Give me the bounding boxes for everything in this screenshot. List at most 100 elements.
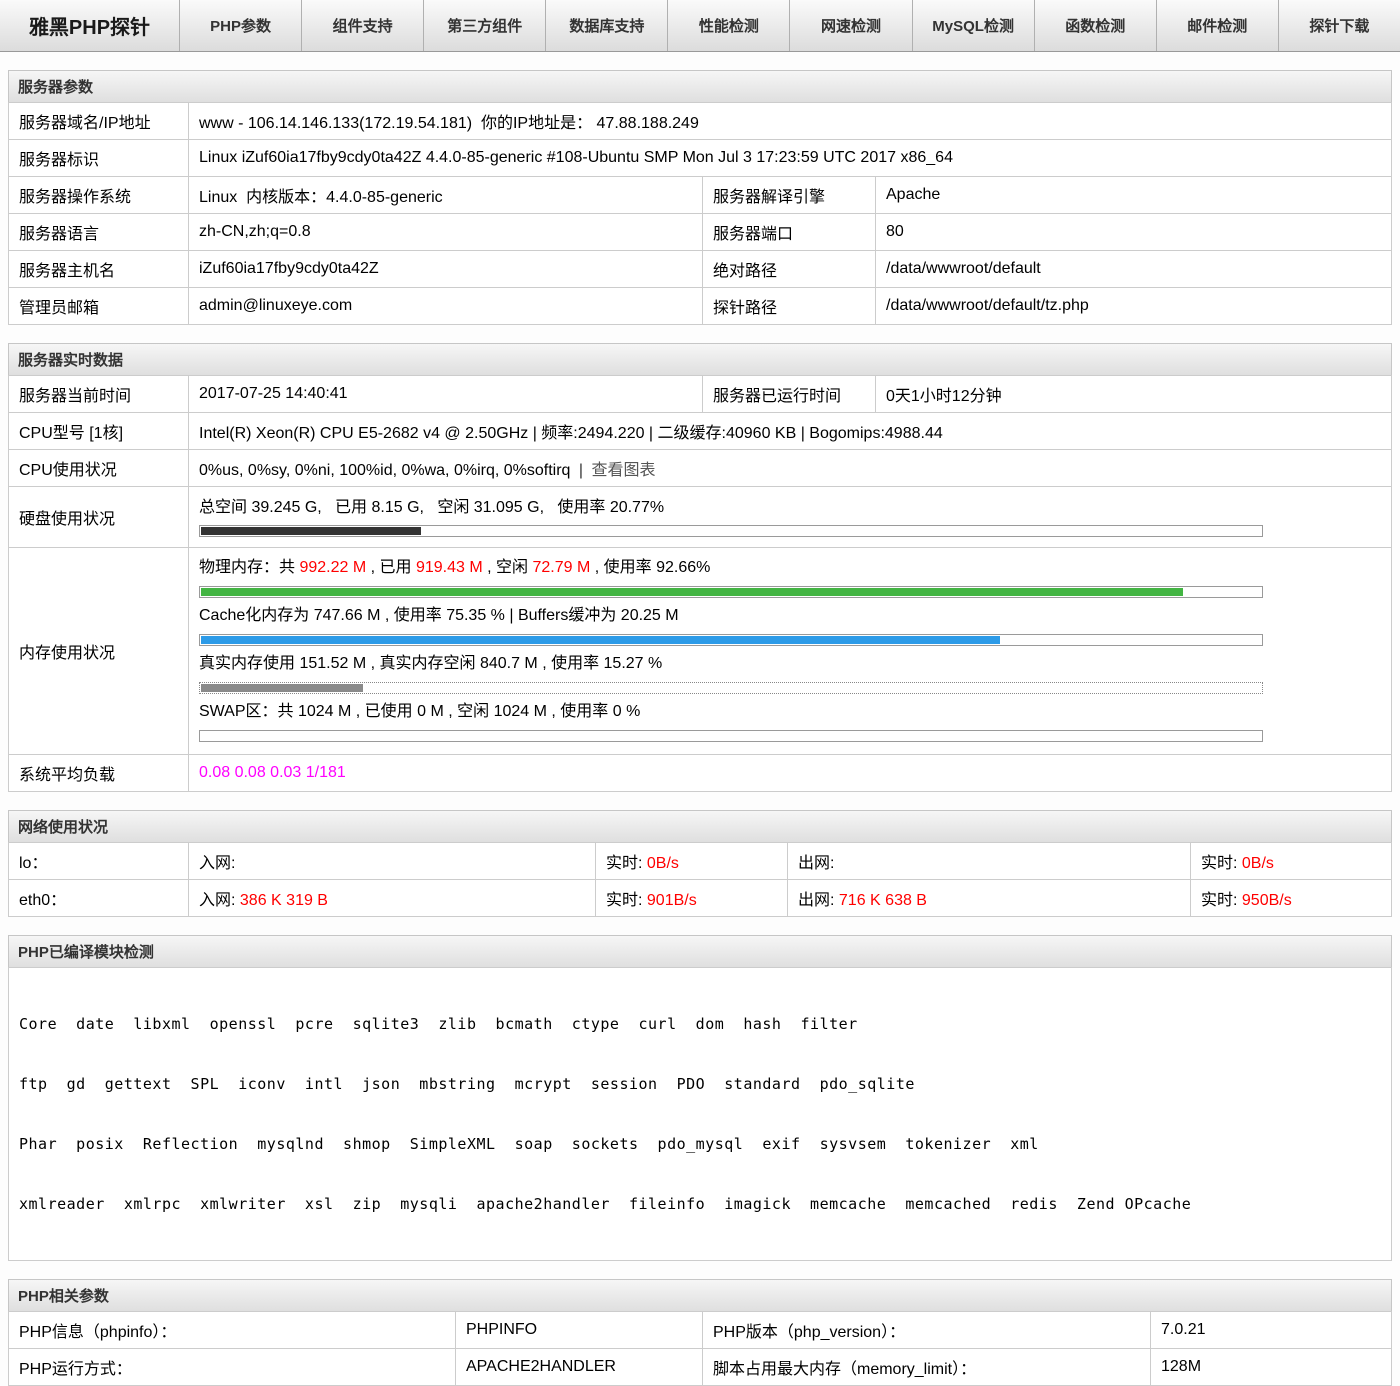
phpinfo-link[interactable]: PHPINFO: [455, 1311, 703, 1349]
iface-out-rt-cell: 实时: 0B/s: [1190, 842, 1392, 880]
out-rt-label: 实时:: [1201, 855, 1238, 872]
modules-line: Phar posix Reflection mysqlnd shmop Simp…: [19, 1135, 1039, 1153]
modules-line: Core date libxml openssl pcre sqlite3 zl…: [19, 1015, 858, 1033]
server-probepath-value: /data/wwwroot/default/tz.php: [875, 287, 1392, 325]
table-row: 服务器当前时间 2017-07-25 14:40:41 服务器已运行时间 0天1…: [8, 375, 1392, 413]
memory-physical-total: 992.22 M: [299, 559, 367, 576]
realtime-table: 服务器当前时间 2017-07-25 14:40:41 服务器已运行时间 0天1…: [8, 375, 1392, 792]
server-engine-value: Apache: [875, 176, 1392, 214]
memory-real-bar: [199, 682, 1263, 694]
tab-thirdparty[interactable]: 第三方组件: [424, 0, 547, 51]
memory-physical-free: 72.79 M: [532, 559, 591, 576]
memory-swap-bar: [199, 730, 1263, 742]
table-row: 系统平均负载 0.08 0.08 0.03 1/181: [8, 754, 1392, 792]
server-os-label: 服务器操作系统: [8, 176, 189, 214]
tab-netspeed[interactable]: 网速检测: [790, 0, 913, 51]
disk-usage-label: 硬盘使用状况: [8, 486, 189, 548]
memory-cache-bar-fill: [201, 636, 1000, 644]
server-domain-value: www - 106.14.146.133(172.19.54.181) 你的IP…: [188, 102, 1392, 140]
tab-mail[interactable]: 邮件检测: [1157, 0, 1279, 51]
out-rt-label: 实时:: [1201, 892, 1238, 909]
page-content: 服务器参数 服务器域名/IP地址 www - 106.14.146.133(17…: [0, 70, 1400, 1386]
top-nav: 雅黑PHP探针 PHP参数 组件支持 第三方组件 数据库支持 性能检测 网速检测…: [0, 0, 1400, 52]
memory-cache-text: Cache化内存为 747.66 M , 使用率 75.35 % | Buffe…: [199, 607, 679, 624]
server-ident-label: 服务器标识: [8, 139, 189, 177]
server-abspath-label: 绝对路径: [702, 250, 876, 288]
modules-line: ftp gd gettext SPL iconv intl json mbstr…: [19, 1075, 915, 1093]
memory-physical-used: 919.43 M: [415, 559, 483, 576]
table-row: PHP信息（phpinfo）： PHPINFO PHP版本（php_versio…: [8, 1311, 1392, 1349]
disk-usage-cell: 总空间 39.245 G, 已用 8.15 G, 空闲 31.095 G, 使用…: [188, 486, 1392, 548]
table-row: 服务器操作系统 Linux 内核版本：4.4.0-85-generic 服务器解…: [8, 176, 1392, 214]
tab-functions[interactable]: 函数检测: [1035, 0, 1157, 51]
cpu-usage-separator: |: [578, 462, 584, 479]
server-adminmail-label: 管理员邮箱: [8, 287, 189, 325]
out-label: 出网:: [798, 892, 835, 909]
view-chart-link[interactable]: 查看图表: [592, 462, 656, 479]
table-row: 服务器语言 zh-CN,zh;q=0.8 服务器端口 80: [8, 213, 1392, 251]
tab-performance[interactable]: 性能检测: [668, 0, 791, 51]
out-rt-value: 0B/s: [1241, 855, 1274, 872]
tab-download[interactable]: 探针下载: [1279, 0, 1400, 51]
cpu-model-label: CPU型号 [1核]: [8, 412, 189, 450]
server-ident-value: Linux iZuf60ia17fby9cdy0ta42Z 4.4.0-85-g…: [188, 139, 1392, 177]
tab-components[interactable]: 组件支持: [302, 0, 425, 51]
server-adminmail-value: admin@linuxeye.com: [188, 287, 703, 325]
server-engine-label: 服务器解译引擎: [702, 176, 876, 214]
php-version-label: PHP版本（php_version）：: [702, 1311, 1151, 1349]
server-domain-label: 服务器域名/IP地址: [8, 102, 189, 140]
disk-usage-bar: [199, 525, 1263, 537]
network-table: lo： 入网: 实时: 0B/s 出网: 实时: 0B/s eth0： 入网:: [8, 842, 1392, 917]
in-rt-value: 901B/s: [646, 892, 697, 909]
memory-physical-part: , 已用: [366, 559, 416, 576]
in-rt-label: 实时:: [606, 892, 643, 909]
in-rt-value: 0B/s: [646, 855, 679, 872]
memory-physical-text: 物理内存：共 992.22 M , 已用 919.43 M , 空闲 72.79…: [199, 556, 1381, 580]
server-abspath-value: /data/wwwroot/default: [875, 250, 1392, 288]
server-port-label: 服务器端口: [702, 213, 876, 251]
memory-swap-text: SWAP区：共 1024 M , 已使用 0 M , 空闲 1024 M , 使…: [199, 703, 641, 720]
tab-mysql[interactable]: MySQL检测: [913, 0, 1035, 51]
network-row-eth0: eth0： 入网: 386 K 319 B 实时: 901B/s 出网: 716…: [8, 879, 1392, 917]
memory-physical-bar-fill: [201, 588, 1183, 596]
table-row: 管理员邮箱 admin@linuxeye.com 探针路径 /data/wwwr…: [8, 287, 1392, 325]
php-version-value: 7.0.21: [1150, 1311, 1392, 1349]
memory-cache-bar: [199, 634, 1263, 646]
server-probepath-label: 探针路径: [702, 287, 876, 325]
tab-database[interactable]: 数据库支持: [546, 0, 669, 51]
iface-in-cell: 入网: 386 K 319 B: [188, 879, 596, 917]
network-row-lo: lo： 入网: 实时: 0B/s 出网: 实时: 0B/s: [8, 842, 1392, 880]
section-title-realtime: 服务器实时数据: [8, 343, 1392, 376]
memory-usage-cell: 物理内存：共 992.22 M , 已用 919.43 M , 空闲 72.79…: [188, 547, 1392, 755]
tab-php-params[interactable]: PHP参数: [180, 0, 303, 51]
section-title-php-params: PHP相关参数: [8, 1279, 1392, 1312]
server-os-value: Linux 内核版本：4.4.0-85-generic: [188, 176, 703, 214]
table-row: 服务器标识 Linux iZuf60ia17fby9cdy0ta42Z 4.4.…: [8, 139, 1392, 177]
out-rt-value: 950B/s: [1241, 892, 1292, 909]
table-row: 内存使用状况 物理内存：共 992.22 M , 已用 919.43 M , 空…: [8, 547, 1392, 755]
modules-list: Core date libxml openssl pcre sqlite3 zl…: [8, 967, 1392, 1261]
server-lang-value: zh-CN,zh;q=0.8: [188, 213, 703, 251]
disk-usage-text: 总空间 39.245 G, 已用 8.15 G, 空闲 31.095 G, 使用…: [199, 499, 665, 516]
php-params-table: PHP信息（phpinfo）： PHPINFO PHP版本（php_versio…: [8, 1311, 1392, 1386]
table-row: 服务器主机名 iZuf60ia17fby9cdy0ta42Z 绝对路径 /dat…: [8, 250, 1392, 288]
iface-out-rt-cell: 实时: 950B/s: [1190, 879, 1392, 917]
section-title-network: 网络使用状况: [8, 810, 1392, 843]
iface-out-cell: 出网: 716 K 638 B: [787, 879, 1191, 917]
server-time-label: 服务器当前时间: [8, 375, 189, 413]
iface-in-rt-cell: 实时: 901B/s: [595, 879, 788, 917]
cpu-model-value: Intel(R) Xeon(R) CPU E5-2682 v4 @ 2.50GH…: [188, 412, 1392, 450]
section-title-modules: PHP已编译模块检测: [8, 935, 1392, 968]
uptime-value: 0天1小时12分钟: [875, 375, 1392, 413]
out-label: 出网:: [798, 855, 835, 872]
iface-out-cell: 出网:: [787, 842, 1191, 880]
table-row: CPU型号 [1核] Intel(R) Xeon(R) CPU E5-2682 …: [8, 412, 1392, 450]
memory-physical-part: 物理内存：共: [199, 559, 300, 576]
server-time-value: 2017-07-25 14:40:41: [188, 375, 703, 413]
out-value: 716 K 638 B: [838, 892, 927, 909]
memory-limit-value: 128M: [1150, 1348, 1392, 1386]
brand-title[interactable]: 雅黑PHP探针: [0, 0, 180, 51]
memory-physical-part: , 空闲: [482, 559, 533, 576]
memory-real-text: 真实内存使用 151.52 M , 真实内存空闲 840.7 M , 使用率 1…: [199, 655, 663, 672]
phpinfo-label: PHP信息（phpinfo）：: [8, 1311, 456, 1349]
